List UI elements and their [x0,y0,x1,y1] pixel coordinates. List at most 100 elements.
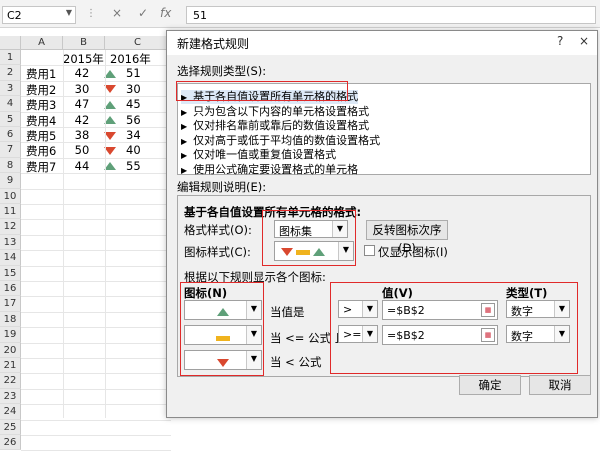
rule-type-item[interactable]: ▶ 使用公式确定要设置格式的单元格 [181,163,358,177]
row-header[interactable]: 25 [0,419,21,435]
cell-b[interactable]: 30 [63,82,101,96]
row-header[interactable]: 8 [0,157,21,174]
type-select-2[interactable]: 数字 ▼ [506,325,570,343]
name-box[interactable]: C2 ▼ [2,6,76,24]
column-header-b[interactable]: B [63,36,105,50]
row-header[interactable]: 7 [0,142,21,158]
cell-a[interactable]: 费用3 [26,97,56,113]
rule-type-item[interactable]: ▶ 只为包含以下内容的单元格设置格式 [181,105,369,119]
row-header[interactable]: 20 [0,342,21,358]
cancel-entry-icon[interactable]: × [112,6,122,20]
row-header[interactable]: 21 [0,358,21,374]
row-header[interactable]: 1 [0,50,21,66]
cell-c[interactable]: 56 [104,113,141,127]
row-header[interactable]: 14 [0,250,21,266]
row-header[interactable]: 9 [0,173,21,189]
row-header[interactable]: 13 [0,234,21,251]
rule-type-item[interactable]: ▶ 基于各自值设置所有单元格的格式 [181,90,359,104]
cell-c[interactable]: 34 [104,128,141,142]
cell-b[interactable]: 2015年 [63,51,104,67]
value-text-2: =$B$2 [387,329,425,342]
chevron-down-icon[interactable]: ▼ [554,301,569,317]
help-icon[interactable]: ? [551,34,569,50]
operator-select-2[interactable]: >= ▼ [338,325,378,343]
confirm-entry-icon[interactable]: ✓ [138,6,148,20]
cell-b[interactable]: 42 [63,113,101,127]
row-header[interactable]: 24 [0,404,21,420]
row-header[interactable]: 19 [0,327,21,343]
select-all-corner[interactable] [0,36,21,50]
ok-button[interactable]: 确定 [459,375,521,395]
rule-type-item[interactable]: ▶ 仅对高于或低于平均值的数值设置格式 [181,134,380,148]
cell-a[interactable]: 费用1 [26,66,56,82]
value-input-2[interactable]: =$B$2 ▦ [382,325,498,345]
row-header[interactable]: 11 [0,204,21,220]
type-select-1[interactable]: 数字 ▼ [506,300,570,318]
range-select-icon[interactable]: ▦ [481,303,495,317]
cell-a[interactable]: 费用4 [26,113,56,129]
cell-c[interactable]: 45 [104,97,141,111]
cell-a[interactable]: 费用6 [26,143,56,159]
icon-select-3[interactable]: ▼ [184,350,262,370]
row-header[interactable]: 10 [0,188,21,204]
reverse-icon-order-button[interactable]: 反转图标次序(D) [366,220,448,255]
chevron-down-icon[interactable]: ▼ [362,301,377,317]
cell-a[interactable]: 费用2 [26,82,56,98]
rule-type-item[interactable]: ▶ 仅对唯一值或重复值设置格式 [181,148,336,162]
row-header[interactable]: 4 [0,96,21,112]
cell-c[interactable]: 30 [104,82,141,96]
row-header[interactable]: 2 [0,65,21,81]
row-header[interactable]: 6 [0,127,21,143]
icon-select-1[interactable]: ▼ [184,300,262,320]
chevron-down-icon[interactable]: ▼ [66,8,72,17]
range-select-icon[interactable]: ▦ [481,328,495,342]
row-header[interactable]: 12 [0,219,21,235]
cancel-button[interactable]: 取消 [529,375,591,395]
column-header-a[interactable]: A [21,36,63,50]
chevron-down-icon[interactable]: ▼ [246,301,261,319]
cell-c[interactable]: 51 [104,66,141,80]
row-header[interactable]: 3 [0,80,21,97]
cell-b[interactable]: 50 [63,143,101,157]
format-style-select[interactable]: 图标集 ▼ [274,220,348,238]
formula-input[interactable]: 51 [186,6,596,24]
chevron-down-icon[interactable]: ▼ [246,351,261,369]
chevron-down-icon[interactable]: ▼ [332,221,347,237]
row-header[interactable]: 5 [0,111,21,127]
icon-select-2[interactable]: ▼ [184,325,262,345]
cell-c[interactable]: 40 [104,143,141,157]
row-header[interactable]: 16 [0,281,21,297]
row-header[interactable]: 23 [0,388,21,405]
cell-a[interactable]: 费用5 [26,128,56,144]
chevron-down-icon[interactable]: ▼ [338,242,353,260]
icon-style-select[interactable]: ▼ [274,241,354,261]
cell-a[interactable]: 费用7 [26,159,56,175]
show-icon-only-checkbox[interactable] [364,245,375,256]
row-header[interactable]: 15 [0,265,21,281]
row-header[interactable]: 26 [0,435,21,451]
new-format-rule-dialog: 新建格式规则 ? × 选择规则类型(S): ▶ 基于各自值设置所有单元格的格式 ▶ 只… [166,30,598,418]
cell-c[interactable]: 2016年 [110,51,151,67]
rule-type-list[interactable]: ▶ 基于各自值设置所有单元格的格式 ▶ 只为包含以下内容的单元格设置格式 ▶ 仅对排名靠前… [177,83,591,177]
rule-type-item[interactable]: ▶ 仅对排名靠前或靠后的数值设置格式 [181,119,369,133]
chevron-down-icon[interactable]: ▼ [246,326,261,344]
row-header[interactable]: 22 [0,373,21,389]
cell-b[interactable]: 42 [63,66,101,80]
cell-b[interactable]: 38 [63,128,101,142]
red-down-triangle-icon [281,248,293,256]
operator-select-1[interactable]: > ▼ [338,300,378,318]
value-input-1[interactable]: =$B$2 ▦ [382,300,498,320]
gridline [21,342,171,344]
chevron-down-icon[interactable]: ▼ [554,326,569,342]
cell-c[interactable]: 55 [104,159,141,173]
chevron-down-icon[interactable]: ▼ [362,326,377,342]
column-header-c[interactable]: C [105,36,171,50]
cell-b[interactable]: 44 [63,159,101,173]
row-header[interactable]: 17 [0,296,21,312]
close-icon[interactable]: × [575,34,593,50]
gridline [21,204,171,205]
green-up-triangle-icon [313,248,325,256]
cell-b[interactable]: 47 [63,97,101,111]
insert-function-icon[interactable]: fx [160,6,171,20]
row-header[interactable]: 18 [0,311,21,328]
